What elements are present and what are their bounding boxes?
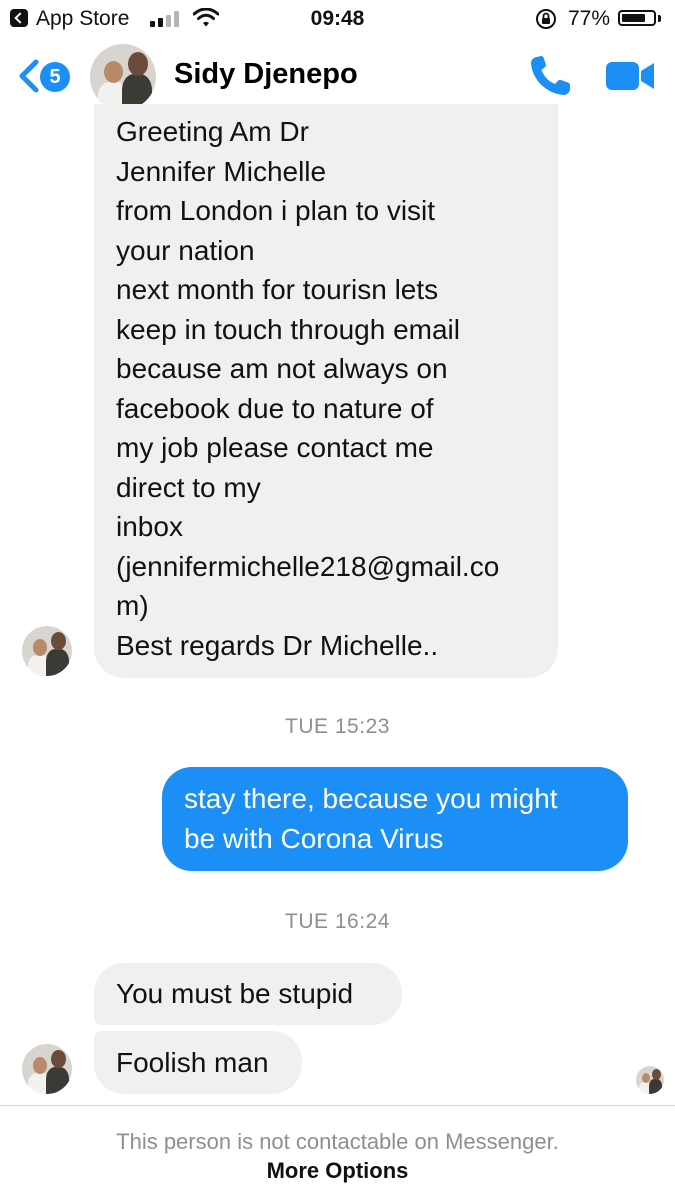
phone-icon[interactable] bbox=[528, 54, 574, 98]
video-camera-icon[interactable] bbox=[604, 60, 656, 92]
incoming-message-bubble[interactable]: You must be stupid bbox=[94, 963, 402, 1025]
message-line: Jennifer Michelle bbox=[116, 155, 327, 187]
footer-divider bbox=[0, 1105, 675, 1106]
contact-name[interactable]: Sidy Djenepo bbox=[174, 58, 358, 91]
message-timestamp: TUE 16:24 bbox=[285, 910, 390, 933]
sender-avatar[interactable] bbox=[22, 626, 72, 676]
sender-avatar[interactable] bbox=[22, 1044, 72, 1094]
read-receipt-avatar bbox=[636, 1066, 664, 1094]
more-options-link[interactable]: More Options bbox=[0, 1158, 675, 1184]
not-contactable-notice: This person is not contactable on Messen… bbox=[116, 1129, 559, 1154]
message-line: your nation bbox=[116, 234, 255, 266]
message-line: from London i plan to visit bbox=[116, 195, 436, 226]
message-line: because am not always on bbox=[116, 353, 448, 384]
message-line: stay there, because you might bbox=[184, 783, 558, 814]
message-line: direct to my bbox=[116, 471, 261, 503]
orientation-lock-icon bbox=[536, 9, 556, 29]
message-line: facebook due to nature of bbox=[116, 392, 434, 424]
status-bar: App Store 09:48 77% bbox=[0, 0, 675, 38]
message-line: my job please contact me bbox=[116, 432, 434, 463]
battery-level-fill bbox=[622, 14, 645, 22]
battery-icon bbox=[618, 10, 656, 26]
message-line: inbox bbox=[116, 511, 183, 542]
incoming-message-bubble[interactable]: Greeting Am Dr Jennifer Michelle from Lo… bbox=[94, 104, 558, 678]
message-line: (jennifermichelle218@gmail.co bbox=[116, 550, 500, 582]
message-line: Greeting Am Dr bbox=[116, 116, 309, 147]
incoming-message-bubble[interactable]: Foolish man bbox=[94, 1031, 302, 1094]
message-line: Best regards Dr Michelle.. bbox=[116, 629, 439, 661]
unread-count-badge[interactable]: 5 bbox=[40, 62, 70, 92]
message-line: be with Corona Virus bbox=[184, 822, 444, 854]
message-line: next month for tourisn lets bbox=[116, 274, 439, 305]
message-line: m) bbox=[116, 590, 149, 621]
conversation-header: 5 Sidy Djenepo bbox=[0, 38, 675, 114]
battery-tip bbox=[658, 15, 661, 22]
message-timestamp: TUE 15:23 bbox=[285, 715, 390, 738]
outgoing-message-bubble[interactable]: stay there, because you might be with Co… bbox=[162, 767, 628, 871]
message-line: keep in touch through email bbox=[116, 313, 460, 345]
message-text: You must be stupid bbox=[116, 978, 354, 1009]
contact-avatar[interactable] bbox=[90, 44, 156, 110]
battery-percent: 77% bbox=[568, 7, 611, 30]
message-text: Foolish man bbox=[116, 1047, 269, 1078]
